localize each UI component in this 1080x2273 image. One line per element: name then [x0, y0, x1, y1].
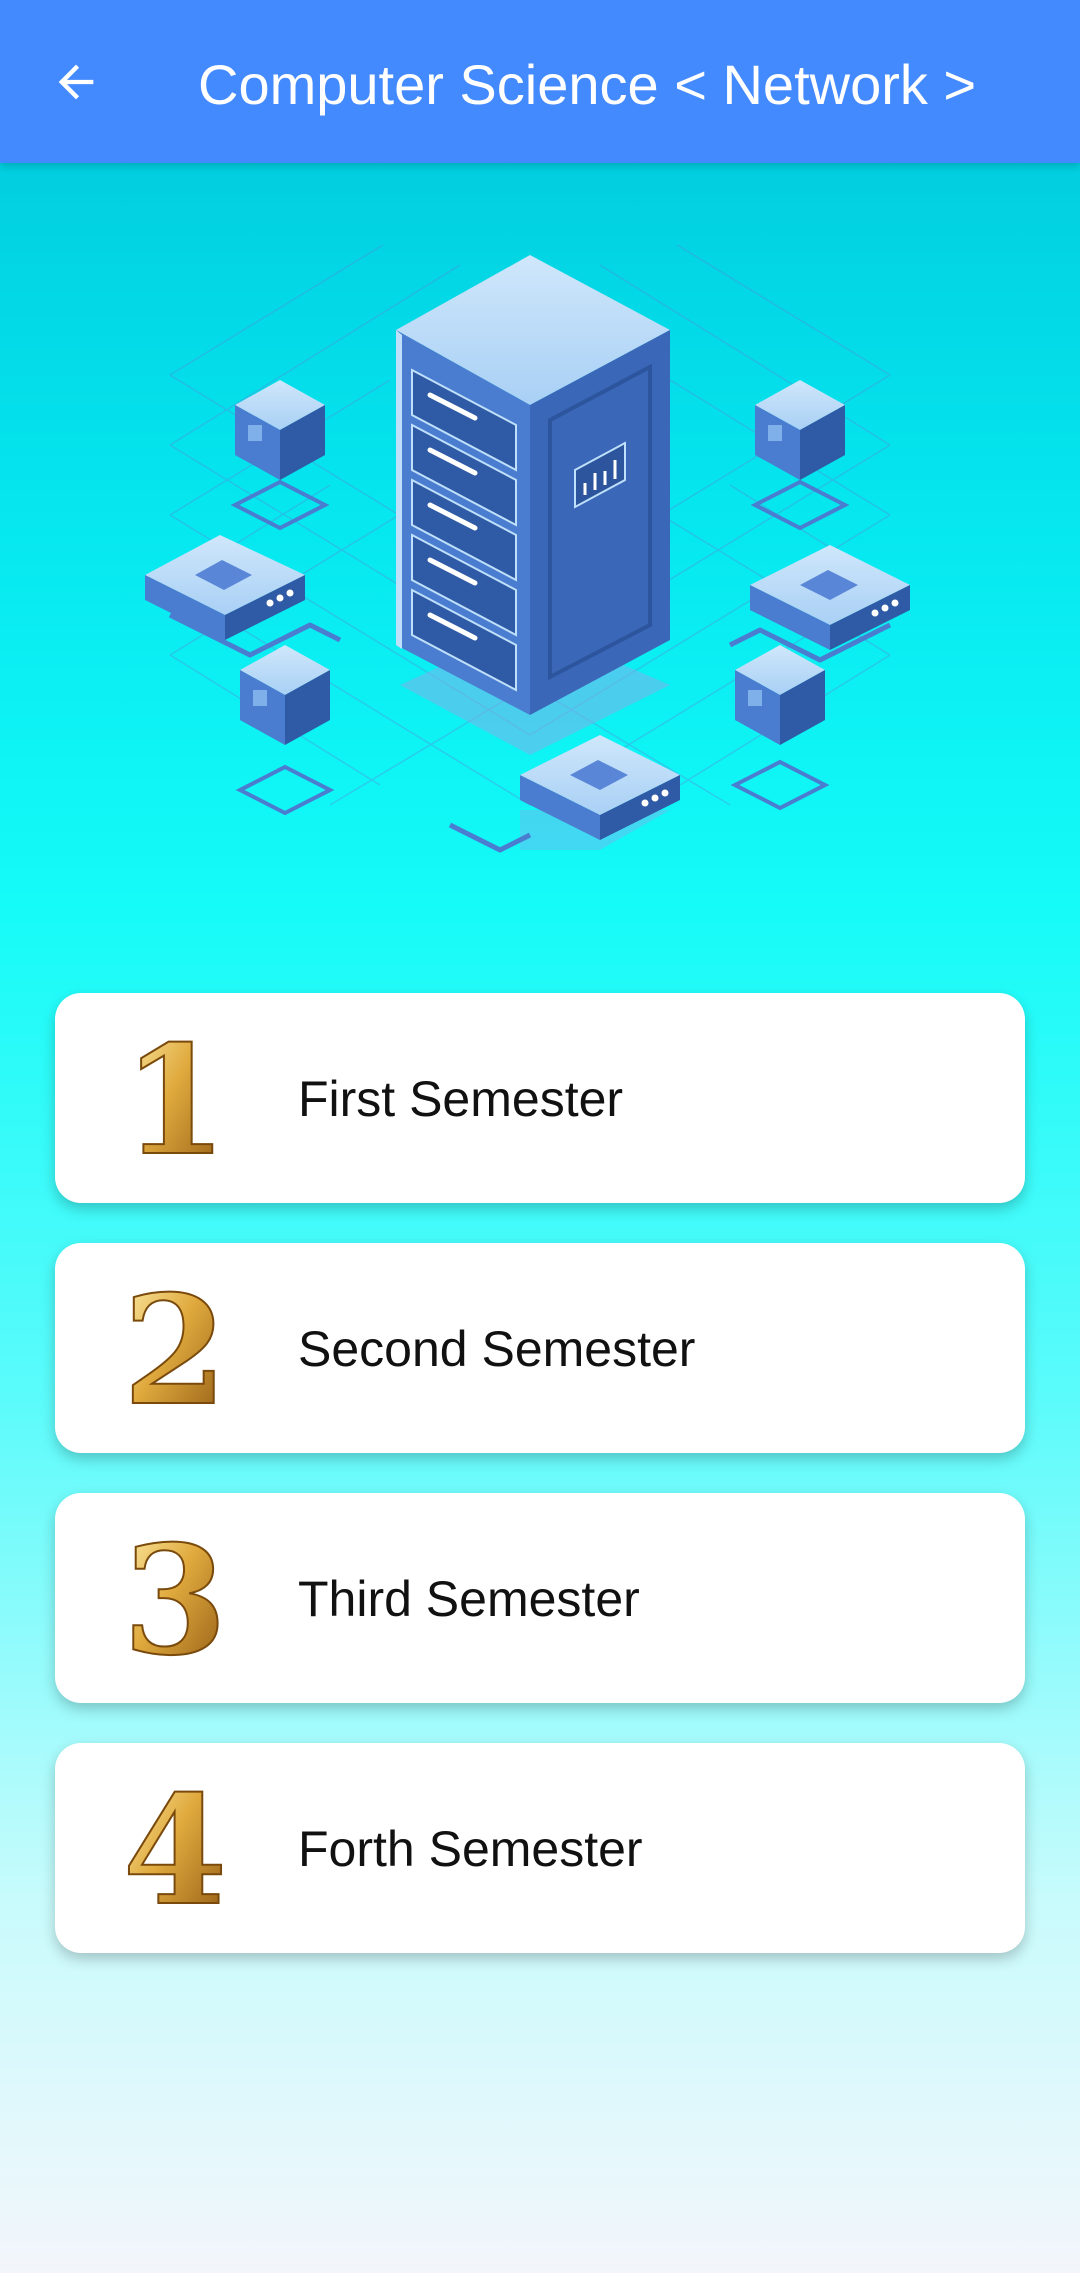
number-two-icon: 2	[122, 1268, 228, 1428]
number-three-icon: 3	[122, 1518, 228, 1678]
svg-text:2: 2	[123, 1268, 227, 1428]
semester-label: Third Semester	[298, 1571, 640, 1627]
semester-card-2[interactable]: 2 Second Semester	[55, 1243, 1025, 1453]
semester-card-1[interactable]: 1 First Semester	[55, 993, 1025, 1203]
page-title: Computer Science < Network >	[198, 53, 977, 116]
number-one-icon: 1	[122, 1018, 228, 1178]
number-four-icon: 4	[122, 1768, 228, 1928]
app-bar: Computer Science < Network >	[0, 0, 1080, 163]
semester-card-3[interactable]: 3 Third Semester	[55, 1493, 1025, 1703]
semester-label: Second Semester	[298, 1321, 696, 1377]
semester-label: Forth Semester	[298, 1821, 643, 1877]
arrow-left-icon	[58, 64, 94, 100]
server-network-illustration	[130, 154, 930, 905]
svg-text:1: 1	[123, 1018, 227, 1178]
svg-text:3: 3	[123, 1518, 227, 1678]
semester-card-4[interactable]: 4 Forth Semester	[55, 1743, 1025, 1953]
svg-text:4: 4	[123, 1768, 227, 1928]
back-button[interactable]	[36, 42, 116, 122]
semester-label: First Semester	[298, 1071, 624, 1127]
